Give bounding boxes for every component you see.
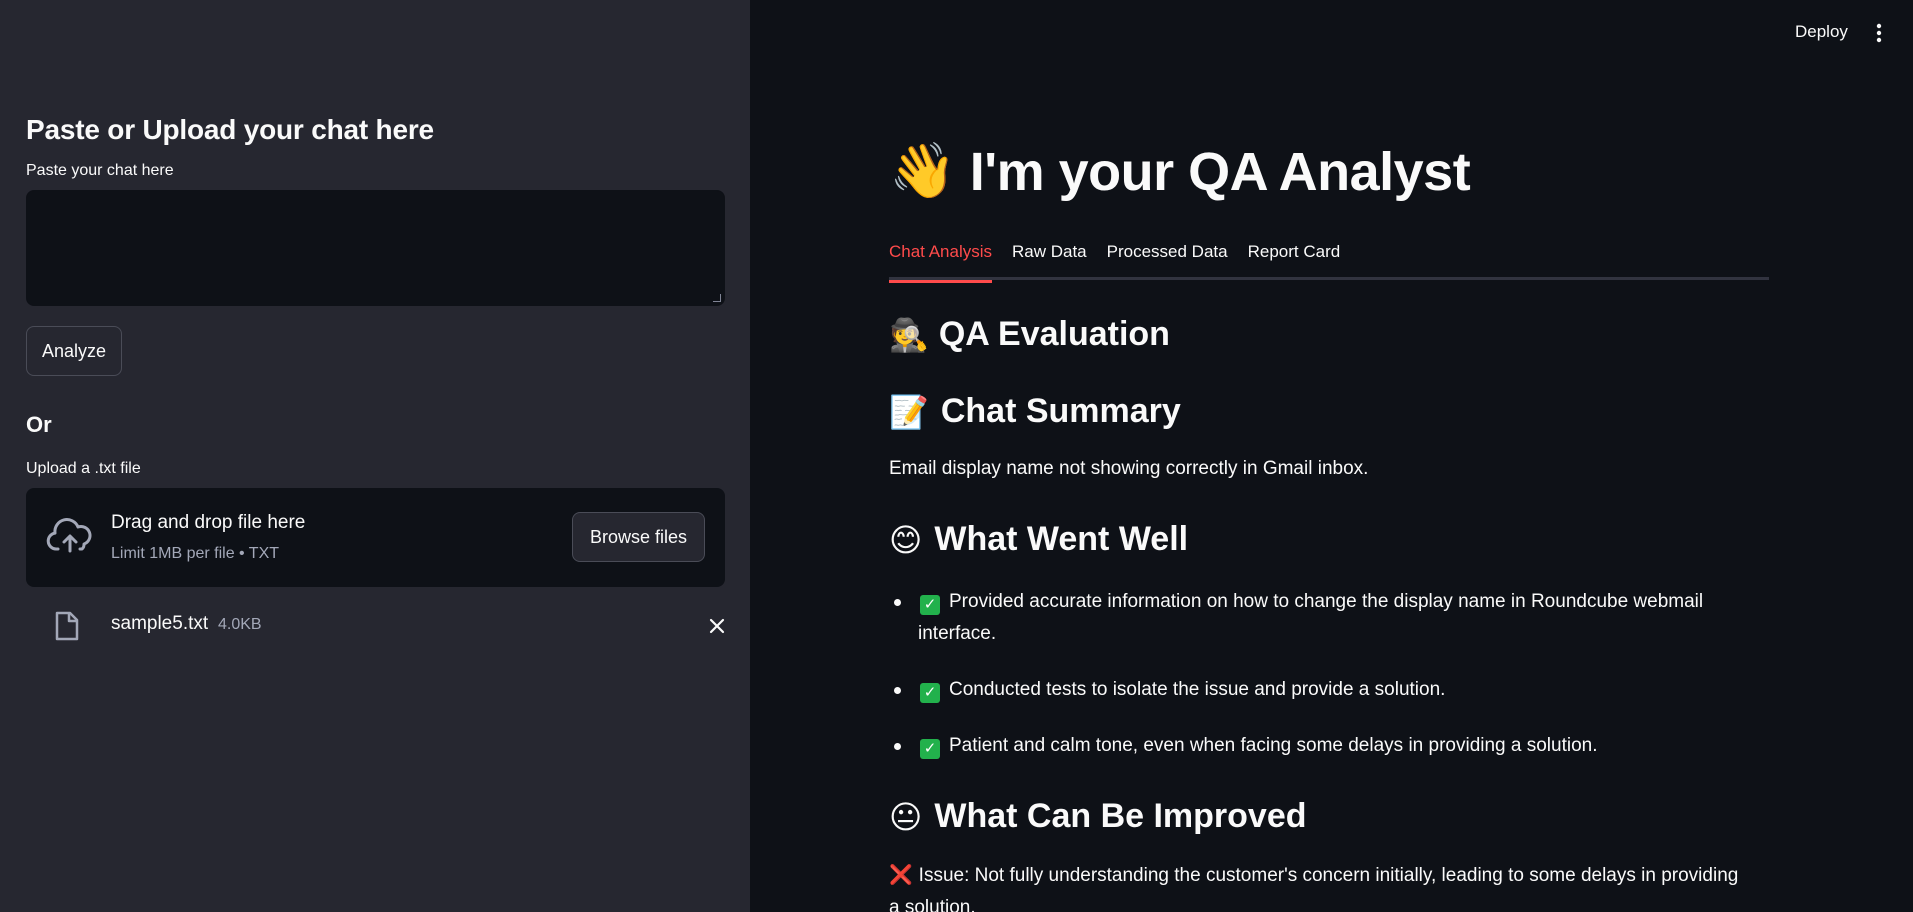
paste-label: Paste your chat here [26, 162, 174, 179]
what-can-be-improved-heading: 😐 What Can Be Improved [889, 797, 1307, 836]
detective-icon: 🕵️ [889, 316, 929, 353]
page-title-text: I'm your QA Analyst [969, 141, 1471, 202]
smiling-face-icon: 😊 [889, 521, 923, 558]
qa-evaluation-title: QA Evaluation [938, 315, 1170, 353]
went-well-item: Conducted tests to isolate the issue and… [949, 679, 1446, 700]
what-went-well-title: What Went Well [934, 520, 1189, 558]
file-size: 4.0KB [218, 616, 262, 633]
file-icon [55, 611, 79, 641]
file-name: sample5.txt [111, 613, 209, 634]
check-icon: ✓ [920, 683, 940, 703]
chat-summary-title: Chat Summary [940, 392, 1181, 430]
analyze-button[interactable]: Analyze [26, 326, 122, 376]
chat-summary-heading: 📝 Chat Summary [889, 392, 1181, 431]
improvement-issue-text: Issue: Not fully understanding the custo… [889, 865, 1739, 912]
went-well-item: Provided accurate information on how to … [918, 591, 1704, 644]
upload-label: Upload a .txt file [26, 460, 141, 477]
file-dropzone[interactable]: Drag and drop file here Limit 1MB per fi… [26, 488, 725, 587]
what-can-be-improved-title: What Can Be Improved [934, 797, 1307, 835]
remove-file-icon[interactable] [706, 615, 728, 637]
more-options-icon[interactable] [1872, 22, 1886, 44]
neutral-face-icon: 😐 [889, 798, 923, 835]
sidebar-title: Paste or Upload your chat here [26, 114, 434, 145]
resize-grip-icon[interactable] [713, 294, 721, 302]
tab-bar: Chat Analysis Raw Data Processed Data Re… [889, 240, 1769, 283]
cloud-upload-icon [46, 518, 92, 553]
chat-textarea[interactable] [26, 190, 725, 306]
tab-chat-analysis[interactable]: Chat Analysis [889, 240, 992, 283]
uploaded-file-row: sample5.txt 4.0KB [26, 587, 725, 659]
dropzone-limit: Limit 1MB per file • TXT [111, 545, 280, 562]
memo-icon: 📝 [889, 393, 929, 430]
improvement-issue: ❌ Issue: Not fully understanding the cust… [889, 860, 1749, 912]
waving-hand-icon: 👋 [889, 141, 956, 201]
dropzone-title: Drag and drop file here [111, 512, 306, 533]
tab-processed-data[interactable]: Processed Data [1107, 240, 1228, 280]
list-item: ✓ Provided accurate information on how to… [889, 586, 1749, 650]
tab-report-card[interactable]: Report Card [1248, 240, 1341, 280]
qa-evaluation-heading: 🕵️ QA Evaluation [889, 315, 1170, 354]
deploy-button[interactable]: Deploy [1795, 22, 1848, 42]
went-well-item: Patient and calm tone, even when facing … [949, 735, 1598, 756]
page-title: 👋 I'm your QA Analyst [889, 140, 1471, 203]
chat-summary-text: Email display name not showing correctly… [889, 458, 1369, 479]
tab-raw-data[interactable]: Raw Data [1012, 240, 1087, 280]
browse-files-button[interactable]: Browse files [572, 512, 705, 562]
what-went-well-heading: 😊 What Went Well [889, 520, 1188, 559]
cross-mark-icon: ❌ [889, 865, 913, 886]
or-heading: Or [26, 412, 52, 437]
check-icon: ✓ [920, 595, 940, 615]
list-item: ✓ Conducted tests to isolate the issue an… [889, 674, 1769, 706]
check-icon: ✓ [920, 739, 940, 759]
list-item: ✓ Patient and calm tone, even when facing… [889, 730, 1769, 762]
sidebar: Paste or Upload your chat here Paste you… [0, 0, 750, 912]
